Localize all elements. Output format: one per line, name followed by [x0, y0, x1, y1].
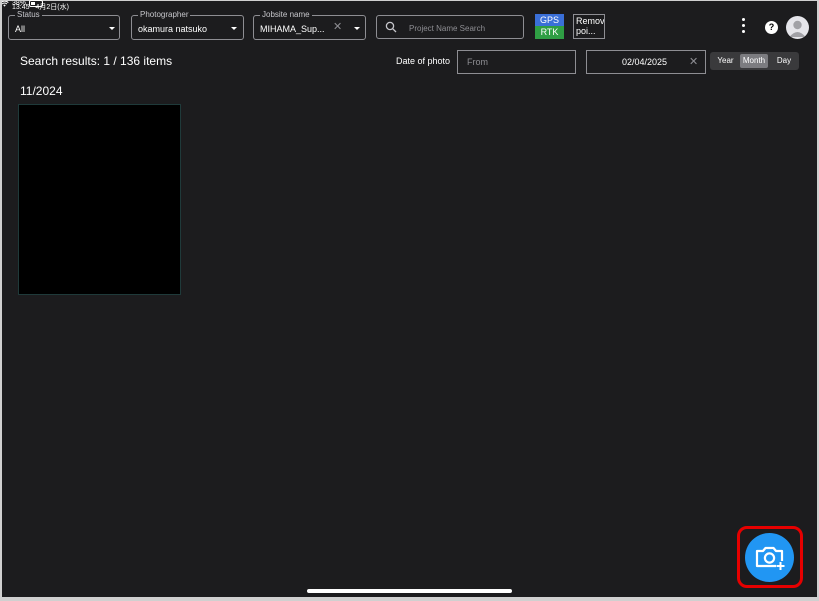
- screen-frame-top: [0, 0, 819, 1]
- person-icon: [789, 20, 806, 37]
- jobsite-filter-select[interactable]: Jobsite name MIHAMA_Sup... ✕: [253, 10, 366, 40]
- status-bar-indicators: 38%: [0, 0, 819, 7]
- battery-level: [31, 2, 36, 5]
- help-icon[interactable]: ?: [765, 21, 778, 34]
- home-indicator: [307, 589, 512, 593]
- segment-month[interactable]: Month: [740, 54, 768, 68]
- project-search-box[interactable]: [376, 15, 524, 39]
- photographer-filter-value: okamura natsuko: [138, 24, 208, 34]
- chevron-down-icon: [231, 27, 237, 30]
- date-from-field[interactable]: From: [457, 50, 576, 74]
- gps-label: GPS: [535, 14, 564, 26]
- chevron-down-icon: [354, 27, 360, 30]
- clear-date-icon[interactable]: ✕: [689, 56, 698, 68]
- jobsite-filter-legend: Jobsite name: [260, 10, 312, 20]
- clear-icon[interactable]: ✕: [333, 21, 342, 33]
- photo-thumbnail[interactable]: [18, 104, 181, 295]
- user-avatar-icon[interactable]: [786, 16, 809, 39]
- search-results-count: Search results: 1 / 136 items: [20, 54, 173, 68]
- rtk-label: RTK: [535, 26, 564, 39]
- date-granularity-toggle: Year Month Day: [710, 52, 799, 70]
- date-to-value: 02/04/2025: [622, 57, 668, 67]
- status-filter-value: All: [15, 24, 26, 34]
- chevron-down-icon: [109, 27, 115, 30]
- camera-add-icon: [755, 546, 785, 570]
- date-from-placeholder: From: [467, 57, 488, 67]
- status-filter-select[interactable]: Status All: [8, 10, 120, 40]
- project-search-input[interactable]: [407, 20, 523, 36]
- segment-year[interactable]: Year: [712, 54, 739, 68]
- photographer-filter-legend: Photographer: [138, 10, 191, 20]
- status-filter-legend: Status: [15, 10, 42, 20]
- more-vertical-icon[interactable]: [742, 18, 746, 36]
- remove-point-button[interactable]: Remove poi...: [573, 14, 605, 39]
- jobsite-filter-value: MIHAMA_Sup...: [260, 24, 325, 34]
- battery-icon: [29, 0, 44, 7]
- photographer-filter-select[interactable]: Photographer okamura natsuko: [131, 10, 244, 40]
- gps-rtk-badge[interactable]: GPS RTK: [535, 14, 564, 39]
- date-to-field[interactable]: 02/04/2025 ✕: [586, 50, 706, 74]
- camera-add-button[interactable]: [745, 533, 794, 582]
- date-of-photo-label: Date of photo: [396, 56, 451, 66]
- search-icon: [385, 21, 397, 33]
- month-group-heading: 11/2024: [20, 84, 63, 98]
- screen-frame-bottom: [0, 597, 819, 601]
- screen-frame-left: [0, 0, 2, 601]
- segment-day[interactable]: Day: [770, 54, 798, 68]
